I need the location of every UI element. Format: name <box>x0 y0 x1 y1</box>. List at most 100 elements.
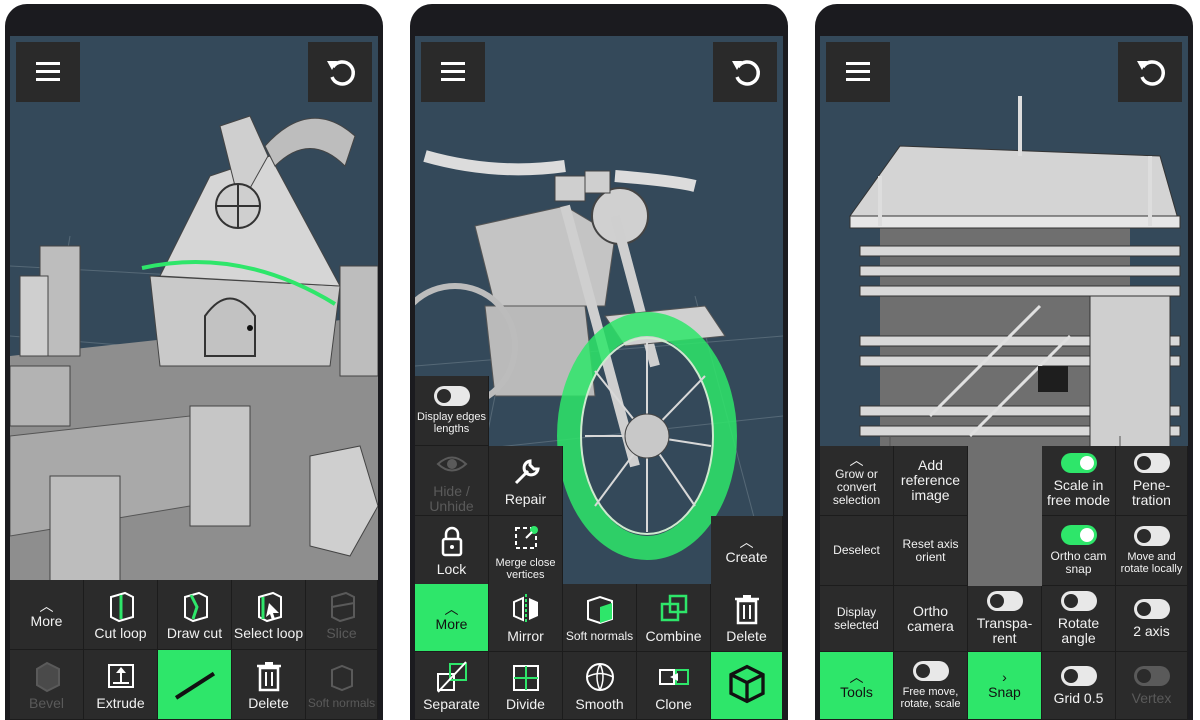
viewport-1[interactable]: ︿ More Cut loop Draw cut Select loop Sli… <box>10 36 378 720</box>
bevel-button[interactable]: Bevel <box>10 650 84 720</box>
separate-button[interactable]: Separate <box>415 652 489 720</box>
more-button[interactable]: ︿ More <box>415 584 489 652</box>
two-axis-toggle[interactable]: 2 axis <box>1116 586 1188 652</box>
combine-label: Combine <box>645 627 702 644</box>
delete-label: Delete <box>248 694 289 711</box>
viewport-2[interactable]: Display edges lengths Hide / Unhide Repa… <box>415 36 783 720</box>
clone-button[interactable]: Clone <box>637 652 711 720</box>
tools-label: Tools <box>840 684 873 700</box>
mirror-button[interactable]: Mirror <box>489 584 563 652</box>
more-button[interactable]: ︿ More <box>10 580 84 650</box>
chevron-right-icon: › <box>1002 669 1007 685</box>
soft-normals-button[interactable]: Soft normals <box>306 650 378 720</box>
cut-loop-button[interactable]: Cut loop <box>84 580 158 650</box>
ortho-camera-label: Ortho camera <box>907 602 954 634</box>
create-button[interactable]: ︿ Create <box>711 516 783 586</box>
toggle-switch[interactable] <box>912 661 949 681</box>
undo-button[interactable] <box>713 42 777 102</box>
lock-icon <box>441 526 462 556</box>
toggle-switch[interactable] <box>986 591 1023 611</box>
ortho-cam-snap-label: Ortho cam snap <box>1050 549 1107 576</box>
move-rotate-locally-toggle[interactable]: Move and rotate locally <box>1116 516 1188 586</box>
deselect-button[interactable]: Deselect <box>820 516 894 586</box>
menu-button[interactable] <box>421 42 485 102</box>
merge-label: Merge close vertices <box>495 557 556 581</box>
toggle-switch[interactable] <box>1060 591 1097 611</box>
scale-free-mode-toggle[interactable]: Scale in free mode <box>1042 446 1116 516</box>
separate-label: Separate <box>423 695 480 712</box>
reset-axis-orient-button[interactable]: Reset axis orient <box>894 516 968 586</box>
viewport-3[interactable]: ︿ Grow or convert selection Add referenc… <box>820 36 1188 720</box>
smooth-button[interactable]: Smooth <box>563 652 637 720</box>
soft-normals-button[interactable]: Soft normals <box>563 584 637 652</box>
toggle-switch-on[interactable] <box>1060 525 1097 545</box>
transparent-label: Transpa-rent <box>976 615 1033 646</box>
free-move-rotate-scale-toggle[interactable]: Free move, rotate, scale <box>894 652 968 720</box>
merge-vertices-icon <box>514 526 538 549</box>
cube-mode-button[interactable] <box>711 652 783 720</box>
deselect-label: Deselect <box>833 543 880 557</box>
undo-icon <box>1137 60 1165 86</box>
tool-panel-1: ︿ More Cut loop Draw cut Select loop Sli… <box>10 580 378 720</box>
lock-button[interactable]: Lock <box>415 516 489 586</box>
clone-label: Clone <box>655 695 692 712</box>
add-reference-image-button[interactable]: Add reference image <box>894 446 968 516</box>
repair-button[interactable]: Repair <box>489 446 563 516</box>
vertex-toggle[interactable]: Vertex <box>1116 652 1188 720</box>
toggle-switch[interactable] <box>433 386 470 406</box>
display-selected-button[interactable]: Display selected <box>820 586 894 652</box>
scale-free-label: Scale in free mode <box>1046 477 1111 508</box>
undo-icon <box>327 60 355 86</box>
extrude-button[interactable]: Extrude <box>84 650 158 720</box>
grow-convert-selection-button[interactable]: ︿ Grow or convert selection <box>820 446 894 516</box>
add-reference-label: Add reference image <box>900 457 961 503</box>
snap-button[interactable]: › Snap <box>968 652 1042 720</box>
penetration-toggle[interactable]: Pene-tration <box>1116 446 1188 516</box>
rotate-angle-toggle[interactable]: Rotate angle <box>1042 586 1116 652</box>
smooth-label: Smooth <box>575 695 624 712</box>
draw-cut-label: Draw cut <box>166 624 223 641</box>
toggle-switch-disabled[interactable] <box>1133 665 1170 686</box>
line-tool-icon <box>174 671 215 700</box>
grid-label: Grid 0.5 <box>1053 689 1104 706</box>
toggle-switch-on[interactable] <box>1060 453 1097 473</box>
menu-button[interactable] <box>16 42 80 102</box>
delete-button[interactable]: Delete <box>232 650 306 720</box>
house-model-scene[interactable] <box>10 36 378 596</box>
separate-icon <box>436 660 467 693</box>
toggle-switch[interactable] <box>1060 665 1097 686</box>
trash-icon <box>256 661 281 691</box>
divide-label: Divide <box>506 695 545 712</box>
hide-unhide-button[interactable]: Hide / Unhide <box>415 446 489 516</box>
grow-label: Grow or convert selection <box>832 467 881 507</box>
toggle-switch[interactable] <box>1133 526 1170 546</box>
draw-cut-button[interactable]: Draw cut <box>158 580 232 650</box>
mirror-label: Mirror <box>507 627 544 644</box>
mirror-icon <box>512 593 538 624</box>
tools-button[interactable]: ︿ Tools <box>820 652 894 720</box>
delete-button[interactable]: Delete <box>711 584 783 652</box>
menu-button[interactable] <box>826 42 890 102</box>
merge-close-vertices-button[interactable]: Merge close vertices <box>489 516 563 586</box>
line-tool-button[interactable] <box>158 650 232 720</box>
display-edges-lengths-toggle[interactable]: Display edges lengths <box>415 376 489 446</box>
toggle-switch[interactable] <box>1133 598 1170 619</box>
undo-button[interactable] <box>308 42 372 102</box>
undo-button[interactable] <box>1118 42 1182 102</box>
transparent-toggle[interactable]: Transpa-rent <box>968 586 1042 652</box>
combine-button[interactable]: Combine <box>637 584 711 652</box>
select-loop-button[interactable]: Select loop <box>232 580 306 650</box>
divide-button[interactable]: Divide <box>489 652 563 720</box>
ortho-camera-button[interactable]: Ortho camera <box>894 586 968 652</box>
ortho-cam-snap-toggle[interactable]: Ortho cam snap <box>1042 516 1116 586</box>
repair-label: Repair <box>504 490 547 507</box>
grid-toggle[interactable]: Grid 0.5 <box>1042 652 1116 720</box>
more-label: More <box>435 616 468 632</box>
chevron-up-icon: ︿ <box>849 669 864 685</box>
hide-unhide-label: Hide / Unhide <box>429 483 474 514</box>
toggle-switch[interactable] <box>1133 453 1170 473</box>
slice-button[interactable]: Slice <box>306 580 378 650</box>
more-label: More <box>30 613 63 629</box>
tool-panel-2: ︿ More Mirror Soft normals Combine Delet… <box>415 584 783 720</box>
vertex-label: Vertex <box>1131 689 1172 706</box>
